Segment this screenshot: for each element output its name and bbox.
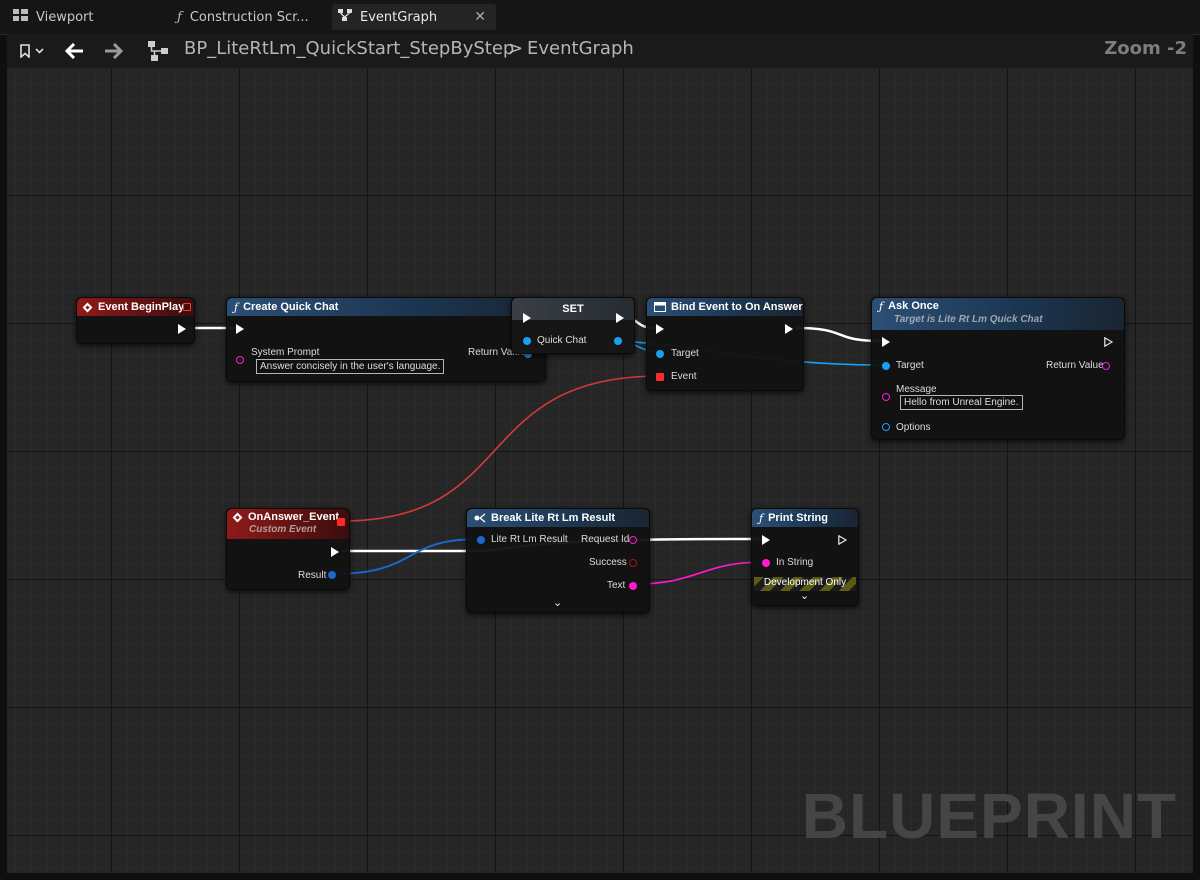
exec-in-pin[interactable] bbox=[523, 313, 531, 323]
break-struct-icon bbox=[474, 513, 486, 523]
node-title: Print String bbox=[768, 512, 828, 524]
lite-rt-lm-result-pin[interactable] bbox=[477, 536, 485, 544]
tab-label: Construction Scr... bbox=[189, 9, 309, 25]
graph-toolbar: BP_LiteRtLm_QuickStart_StepByStep > Even… bbox=[7, 33, 1193, 68]
exec-out-pin[interactable] bbox=[616, 313, 624, 323]
success-pin[interactable] bbox=[629, 559, 637, 567]
graph-icon bbox=[338, 9, 352, 25]
node-print-string[interactable]: ƒ Print String In String Development Onl… bbox=[751, 508, 859, 606]
expand-chevron-icon[interactable]: ⌄ bbox=[800, 589, 809, 602]
tab-construction-script[interactable]: ƒ Construction Scr... bbox=[172, 4, 327, 30]
node-title: Event BeginPlay bbox=[98, 301, 185, 313]
node-title: OnAnswer_Event bbox=[248, 511, 340, 523]
back-button[interactable] bbox=[61, 33, 89, 68]
exec-out-pin[interactable] bbox=[785, 324, 793, 334]
pin-label: Text bbox=[607, 580, 626, 591]
node-subtitle: Custom Event bbox=[249, 524, 317, 535]
function-icon: ƒ bbox=[177, 9, 182, 25]
tab-eventgraph[interactable]: EventGraph ✕ bbox=[332, 4, 496, 30]
pin-label: Request Id bbox=[581, 534, 630, 545]
node-bind-event[interactable]: Bind Event to On Answer Target Event bbox=[646, 297, 804, 391]
node-title: Ask Once bbox=[888, 300, 939, 312]
node-title: Bind Event to On Answer bbox=[671, 301, 803, 313]
node-title: Break Lite Rt Lm Result bbox=[491, 512, 616, 524]
pin-label: Result bbox=[298, 570, 327, 581]
viewport-grid-icon bbox=[13, 9, 28, 25]
node-ask-once[interactable]: ƒ Ask Once Target is Lite Rt Lm Quick Ch… bbox=[871, 297, 1125, 440]
bookmark-dropdown-button[interactable] bbox=[13, 33, 49, 68]
node-title: SET bbox=[562, 303, 584, 315]
exec-out-pin[interactable] bbox=[1104, 337, 1113, 347]
expand-chevron-icon[interactable]: ⌄ bbox=[553, 596, 562, 609]
event-icon bbox=[82, 302, 93, 312]
message-pin[interactable] bbox=[882, 393, 890, 401]
pin-label: System Prompt bbox=[251, 347, 320, 358]
delegate-pin[interactable] bbox=[337, 518, 345, 526]
result-pin[interactable] bbox=[328, 571, 336, 579]
target-pin[interactable] bbox=[656, 350, 664, 358]
node-subtitle: Target is Lite Rt Lm Quick Chat bbox=[894, 314, 1043, 325]
exec-in-pin[interactable] bbox=[236, 324, 244, 334]
node-event-beginplay[interactable]: Event BeginPlay bbox=[76, 297, 195, 344]
exec-out-pin[interactable] bbox=[838, 535, 847, 545]
pin-label: Return Value bbox=[1046, 360, 1104, 371]
tab-label: Viewport bbox=[36, 9, 94, 25]
exec-out-pin[interactable] bbox=[178, 324, 186, 334]
arrow-left-icon bbox=[65, 42, 83, 59]
event-pin[interactable] bbox=[656, 373, 664, 381]
arrow-right-icon bbox=[105, 42, 123, 59]
tab-label: EventGraph bbox=[360, 9, 438, 25]
system-prompt-input[interactable]: Answer concisely in the user's language. bbox=[256, 359, 445, 374]
exec-in-pin[interactable] bbox=[882, 337, 890, 347]
pin-label: Message bbox=[896, 384, 937, 395]
pin-label: In String bbox=[776, 557, 814, 568]
graph-hierarchy-icon bbox=[145, 33, 173, 68]
exec-out-pin[interactable] bbox=[331, 547, 339, 557]
tab-bar: Viewport ƒ Construction Scr... EventGrap… bbox=[0, 0, 1200, 35]
quick-chat-in-pin[interactable] bbox=[523, 337, 531, 345]
request-id-pin[interactable] bbox=[629, 536, 637, 544]
graph-canvas[interactable]: BLUEPRINT bbox=[7, 68, 1193, 873]
bind-event-icon bbox=[654, 302, 666, 312]
breadcrumb-eventgraph[interactable]: EventGraph bbox=[527, 38, 634, 59]
message-input[interactable]: Hello from Unreal Engine. bbox=[900, 395, 1023, 410]
function-icon: ƒ bbox=[879, 300, 884, 313]
pin-label: Target bbox=[671, 348, 699, 359]
bookmark-icon bbox=[20, 43, 44, 58]
node-onanswer-event[interactable]: OnAnswer_Event Custom Event Result bbox=[226, 508, 350, 590]
pin-label: Lite Rt Lm Result bbox=[491, 534, 568, 545]
node-break-result[interactable]: Break Lite Rt Lm Result Lite Rt Lm Resul… bbox=[466, 508, 650, 613]
quick-chat-out-pin[interactable] bbox=[614, 337, 622, 345]
return-value-pin[interactable] bbox=[1102, 362, 1110, 370]
function-icon: ƒ bbox=[759, 511, 764, 525]
event-icon bbox=[232, 512, 243, 523]
exec-in-pin[interactable] bbox=[656, 324, 664, 334]
pin-label: Target bbox=[896, 360, 924, 371]
delegate-pin[interactable] bbox=[183, 303, 191, 311]
zoom-level: Zoom -2 bbox=[1104, 38, 1187, 59]
target-pin[interactable] bbox=[882, 362, 890, 370]
breadcrumb-separator: > bbox=[508, 38, 524, 59]
pin-label: Options bbox=[896, 422, 931, 433]
options-pin[interactable] bbox=[882, 423, 890, 431]
exec-in-pin[interactable] bbox=[762, 535, 770, 545]
breadcrumb-blueprint[interactable]: BP_LiteRtLm_QuickStart_StepByStep bbox=[184, 38, 514, 59]
pin-label: Success bbox=[589, 557, 627, 568]
blueprint-watermark: BLUEPRINT bbox=[801, 780, 1177, 852]
text-pin[interactable] bbox=[629, 582, 637, 590]
forward-button[interactable] bbox=[99, 33, 127, 68]
system-prompt-pin[interactable] bbox=[236, 356, 244, 364]
node-set-quick-chat[interactable]: SET Quick Chat bbox=[511, 297, 635, 354]
pin-label: Event bbox=[671, 371, 697, 382]
in-string-pin[interactable] bbox=[762, 559, 770, 567]
node-title: Create Quick Chat bbox=[243, 301, 339, 313]
close-icon[interactable]: ✕ bbox=[474, 9, 486, 25]
node-create-quick-chat[interactable]: ƒ Create Quick Chat System Prompt Answer… bbox=[226, 297, 546, 382]
tab-viewport[interactable]: Viewport bbox=[8, 4, 163, 30]
pin-label: Quick Chat bbox=[537, 335, 587, 346]
function-icon: ƒ bbox=[234, 300, 239, 314]
